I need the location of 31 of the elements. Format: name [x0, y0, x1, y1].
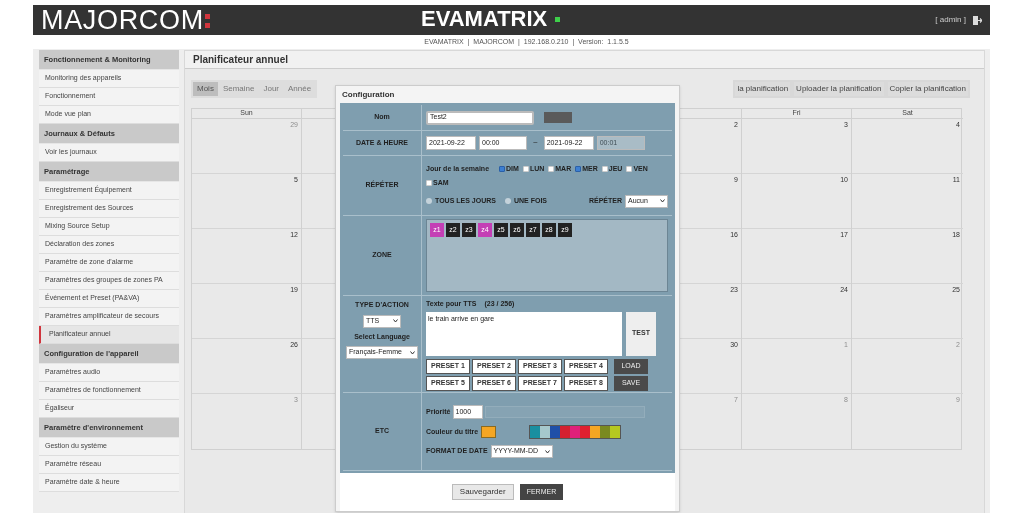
color-swatch[interactable] — [540, 426, 551, 438]
radio-button[interactable] — [504, 198, 511, 204]
action-button[interactable]: Uploader la planification — [794, 82, 884, 96]
chevron-down-icon — [544, 449, 550, 454]
color-swatch[interactable] — [600, 426, 611, 438]
selected-color-swatch[interactable] — [481, 426, 497, 438]
chevron-down-icon — [410, 350, 415, 355]
color-swatch[interactable] — [550, 426, 561, 438]
color-swatch[interactable] — [560, 426, 571, 438]
logo-mark-icon — [204, 11, 210, 29]
color-swatch[interactable] — [530, 426, 541, 438]
color-swatch[interactable] — [580, 426, 591, 438]
action-button[interactable]: Copier la planification — [887, 82, 968, 96]
chevron-down-icon — [393, 319, 398, 323]
page-title: Planificateur annuel — [193, 53, 289, 67]
chevron-down-icon — [660, 199, 665, 203]
color-swatch[interactable] — [590, 426, 601, 438]
logout-icon[interactable] — [972, 14, 982, 26]
product-title: EVAMATRIX — [421, 8, 548, 30]
action-button[interactable]: la planification — [735, 82, 791, 96]
color-swatch[interactable] — [610, 426, 621, 438]
color-swatch[interactable] — [570, 426, 581, 438]
view-tab[interactable]: Mois — [193, 82, 218, 96]
user-label[interactable]: [ admin ] — [935, 14, 966, 26]
brand-logo-text: MAJORCOM — [41, 6, 204, 34]
radio-button[interactable] — [426, 198, 432, 204]
range-separator: ~ — [533, 137, 538, 149]
checkbox[interactable] — [575, 165, 582, 172]
checkbox[interactable] — [499, 165, 506, 172]
dialog-title: Configuration — [342, 88, 395, 101]
save-button[interactable]: Sauvegarder — [451, 484, 514, 500]
